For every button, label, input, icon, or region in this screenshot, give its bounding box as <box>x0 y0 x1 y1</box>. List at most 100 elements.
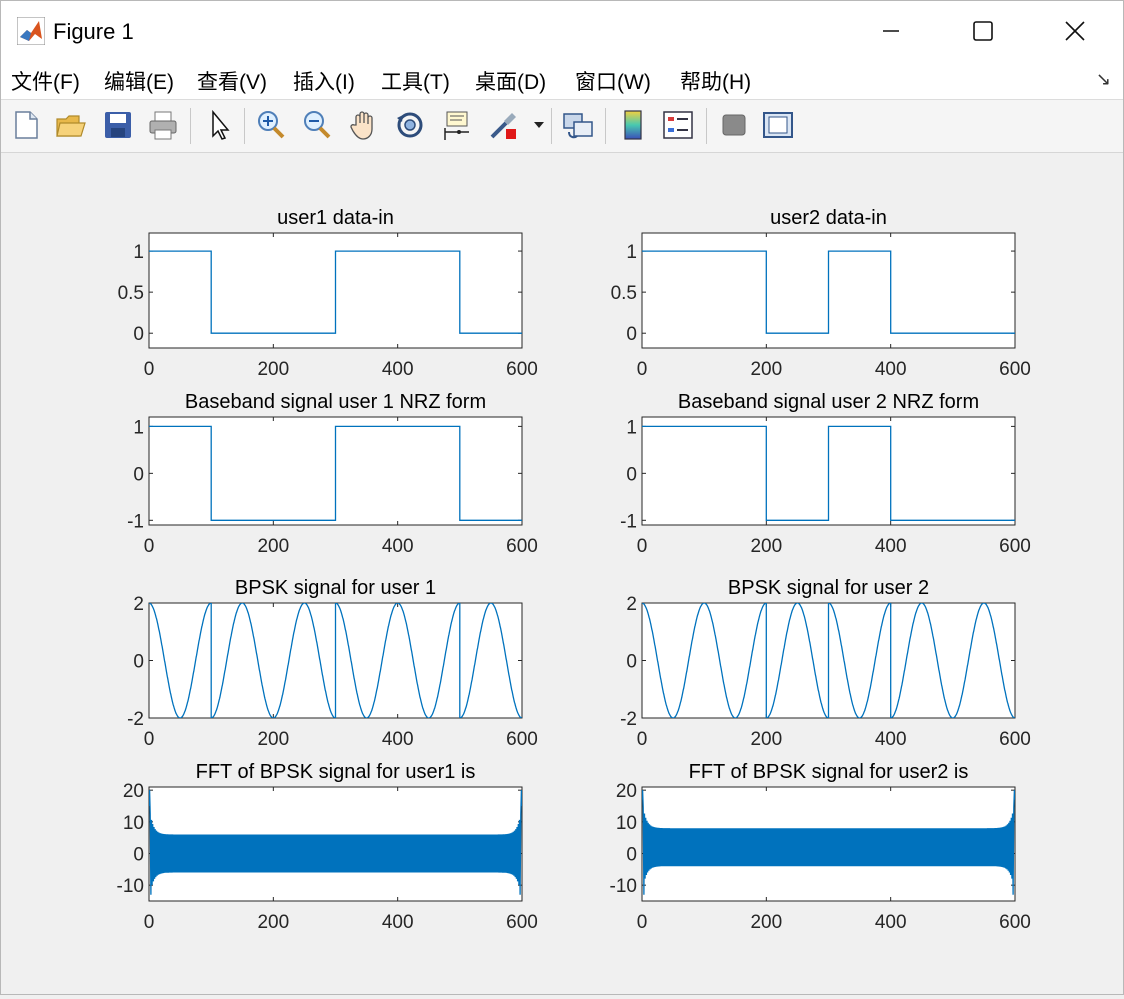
x-tick-label: 0 <box>144 359 155 380</box>
y-tick-label: 20 <box>123 781 144 802</box>
x-tick-label: 600 <box>506 359 538 380</box>
y-tick-label: 1 <box>626 242 637 263</box>
x-tick-label: 400 <box>382 729 414 750</box>
x-tick-label: 400 <box>875 912 907 933</box>
y-tick-label: -1 <box>620 511 637 532</box>
subplot-4: Baseband signal user 2 NRZ form 0 200 400 60… <box>620 391 1031 557</box>
toolbar-separator <box>605 108 606 144</box>
data-cursor-icon[interactable] <box>439 108 473 142</box>
subplot-5: BPSK signal for user 10 200 400 600-202 <box>127 577 538 750</box>
x-tick-label: 400 <box>382 912 414 933</box>
colorbar-icon[interactable] <box>616 108 650 142</box>
menu-view[interactable]: 查看(V) <box>197 66 267 96</box>
brush-dropdown-icon[interactable] <box>533 120 545 130</box>
subplot-8: FFT of BPSK signal for user2 is0 200 400 60… <box>610 761 1031 933</box>
y-tick-label: -2 <box>127 709 144 730</box>
dock-arrow-icon[interactable]: ↘ <box>1096 69 1111 90</box>
x-tick-label: 0 <box>144 729 155 750</box>
menu-help[interactable]: 帮助(H) <box>680 66 751 96</box>
zoom-out-icon[interactable] <box>300 108 334 142</box>
menu-bar: 文件(F) 编辑(E) 查看(V) 插入(I) 工具(T) 桌面(D) 窗口(W… <box>1 61 1123 100</box>
maximize-button[interactable] <box>939 1 1027 61</box>
y-tick-label: 1 <box>133 242 144 263</box>
menu-window[interactable]: 窗口(W) <box>575 66 651 96</box>
x-tick-label: 200 <box>750 729 782 750</box>
toolbar-separator <box>706 108 707 144</box>
y-tick-label: 20 <box>616 781 637 802</box>
x-tick-label: 600 <box>999 536 1031 557</box>
x-tick-label: 200 <box>257 912 289 933</box>
link-plot-icon[interactable] <box>561 108 595 142</box>
y-tick-label: 1 <box>626 417 637 438</box>
y-tick-label: 0 <box>626 464 637 485</box>
axes-title: user2 data-in <box>770 207 887 229</box>
axes-title: Baseband signal user 2 NRZ form <box>678 391 979 413</box>
y-tick-label: 10 <box>616 813 637 834</box>
x-tick-label: 0 <box>144 536 155 557</box>
subplot-2: user2 data-in 0 200 400 600 0 0.5 1 <box>611 207 1031 380</box>
x-tick-label: 400 <box>382 536 414 557</box>
new-figure-icon[interactable] <box>9 108 43 142</box>
brush-icon[interactable] <box>486 108 520 142</box>
x-tick-label: 0 <box>637 536 648 557</box>
toolbar-separator <box>190 108 191 144</box>
x-tick-label: 600 <box>506 729 538 750</box>
y-tick-label: 0 <box>133 464 144 485</box>
y-tick-label: 0 <box>626 324 637 345</box>
maximize-icon <box>973 21 993 41</box>
x-tick-label: 200 <box>257 536 289 557</box>
x-tick-label: 0 <box>144 912 155 933</box>
y-tick-label: 1 <box>133 417 144 438</box>
y-tick-label: 0.5 <box>611 283 637 304</box>
x-tick-label: 400 <box>382 359 414 380</box>
close-icon <box>1065 21 1085 41</box>
show-plot-tools-icon[interactable] <box>761 108 795 142</box>
y-tick-label: -2 <box>620 709 637 730</box>
toolbar <box>1 100 1123 153</box>
title-bar[interactable]: Figure 1 <box>1 1 1123 61</box>
x-tick-label: 400 <box>875 536 907 557</box>
legend-icon[interactable] <box>661 108 695 142</box>
hide-plot-tools-icon[interactable] <box>717 108 751 142</box>
close-button[interactable] <box>1031 1 1119 61</box>
axes-title: user1 data-in <box>277 207 394 229</box>
x-tick-label: 600 <box>999 359 1031 380</box>
y-tick-label: 0 <box>133 324 144 345</box>
subplot-3: Baseband signal user 1 NRZ form 0 200 400 60… <box>127 391 538 557</box>
matlab-logo-icon <box>17 17 45 45</box>
y-tick-label: -10 <box>117 876 144 897</box>
y-tick-label: 10 <box>123 813 144 834</box>
pan-hand-icon[interactable] <box>347 108 381 142</box>
x-tick-label: 0 <box>637 912 648 933</box>
open-file-icon[interactable] <box>54 108 88 142</box>
x-tick-label: 400 <box>875 359 907 380</box>
x-tick-label: 600 <box>999 729 1031 750</box>
y-tick-label: 0 <box>626 845 637 866</box>
menu-insert[interactable]: 插入(I) <box>293 66 355 96</box>
y-tick-label: 0 <box>133 845 144 866</box>
x-tick-label: 0 <box>637 729 648 750</box>
y-tick-label: 0 <box>133 652 144 673</box>
save-icon[interactable] <box>101 108 135 142</box>
x-tick-label: 600 <box>506 536 538 557</box>
menu-file[interactable]: 文件(F) <box>11 66 80 96</box>
y-tick-label: 2 <box>626 594 637 615</box>
figure-canvas: user1 data-in 0 200 400 600 0 0.5 1 user2 data-i… <box>1 153 1123 994</box>
menu-desktop[interactable]: 桌面(D) <box>475 66 546 96</box>
minimize-button[interactable] <box>847 1 935 61</box>
y-tick-label: 2 <box>133 594 144 615</box>
subplot-7: FFT of BPSK signal for user1 is0 200 400 60… <box>117 761 538 933</box>
zoom-in-icon[interactable] <box>254 108 288 142</box>
print-icon[interactable] <box>146 108 180 142</box>
axes-title: Baseband signal user 1 NRZ form <box>185 391 486 413</box>
x-tick-label: 400 <box>875 729 907 750</box>
rotate-3d-icon[interactable] <box>393 108 427 142</box>
x-tick-label: 600 <box>506 912 538 933</box>
y-tick-label: -1 <box>127 511 144 532</box>
menu-tools[interactable]: 工具(T) <box>381 66 450 96</box>
toolbar-separator <box>244 108 245 144</box>
window-title: Figure 1 <box>53 19 134 44</box>
minimize-icon <box>883 30 899 32</box>
menu-edit[interactable]: 编辑(E) <box>104 66 174 96</box>
pointer-icon[interactable] <box>203 108 237 142</box>
